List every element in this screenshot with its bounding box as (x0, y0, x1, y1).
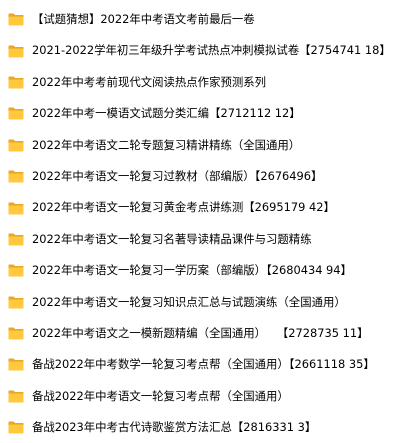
folder-icon (8, 233, 24, 246)
folder-icon (8, 45, 24, 58)
folder-item[interactable]: 备战2022年中考语文一轮复习考点帮（全国通用） (0, 381, 401, 412)
folder-name: 2022年中考一模语文试题分类汇编【2712112 12】 (32, 106, 301, 121)
folder-item[interactable]: 备战2023年中考古代诗歌鉴赏方法汇总【2816331 3】 (0, 412, 401, 443)
folder-icon (8, 264, 24, 277)
folder-name: 2022年中考考前现代文阅读热点作家预测系列 (32, 74, 267, 89)
folder-item[interactable]: 2022年中考语文一轮复习黄金考点讲练测【2695179 42】 (0, 192, 401, 223)
folder-item[interactable]: 2022年中考语文一轮复习一学历案（部编版）【2680434 94】 (0, 255, 401, 286)
folder-item[interactable]: 2022年中考语文一轮复习知识点汇总与试题演练（全国通用） (0, 287, 401, 318)
folder-name: 2022年中考语文之一模新题精编（全国通用） 【2728735 11】 (32, 325, 369, 340)
folder-icon (8, 296, 24, 309)
folder-icon (8, 76, 24, 89)
folder-icon (8, 390, 24, 403)
folder-icon (8, 107, 24, 120)
folder-name: 2022年中考语文一轮复习过教材（部编版）【2676496】 (32, 168, 323, 183)
folder-item[interactable]: 2022年中考语文二轮专题复习精讲精练（全国通用） (0, 130, 401, 161)
folder-item[interactable]: 2022年中考语文一轮复习名著导读精品课件与习题精练 (0, 224, 401, 255)
folder-icon (8, 421, 24, 434)
folder-list: 【试题猜想】2022年中考语文考前最后一卷 2021-2022学年初三年级升学考试… (0, 0, 401, 443)
folder-name: 2022年中考语文一轮复习知识点汇总与试题演练（全国通用） (32, 294, 346, 309)
folder-name: 2021-2022学年初三年级升学考试热点冲刺模拟试卷【2754741 18】 (32, 43, 391, 58)
folder-icon (8, 202, 24, 215)
folder-item[interactable]: 2022年中考考前现代文阅读热点作家预测系列 (0, 67, 401, 98)
folder-name: 备战2022年中考语文一轮复习考点帮（全国通用） (32, 388, 289, 403)
folder-name: 备战2022年中考数学一轮复习考点帮（全国通用）【2661118 35】 (32, 357, 375, 372)
folder-item[interactable]: 备战2022年中考数学一轮复习考点帮（全国通用）【2661118 35】 (0, 349, 401, 380)
folder-icon (8, 139, 24, 152)
folder-item[interactable]: 2021-2022学年初三年级升学考试热点冲刺模拟试卷【2754741 18】 (0, 35, 401, 66)
folder-item[interactable]: 2022年中考语文一轮复习过教材（部编版）【2676496】 (0, 161, 401, 192)
folder-name: 2022年中考语文一轮复习一学历案（部编版）【2680434 94】 (32, 263, 352, 278)
folder-item[interactable]: 2022年中考语文之一模新题精编（全国通用） 【2728735 11】 (0, 318, 401, 349)
folder-name: 2022年中考语文一轮复习黄金考点讲练测【2695179 42】 (32, 200, 335, 215)
folder-icon (8, 327, 24, 340)
folder-name: 2022年中考语文二轮专题复习精讲精练（全国通用） (32, 137, 301, 152)
folder-icon (8, 170, 24, 183)
folder-icon (8, 358, 24, 371)
folder-icon (8, 13, 24, 26)
folder-name: 备战2023年中考古代诗歌鉴赏方法汇总【2816331 3】 (32, 420, 317, 435)
folder-item[interactable]: 2022年中考一模语文试题分类汇编【2712112 12】 (0, 98, 401, 129)
folder-name: 【试题猜想】2022年中考语文考前最后一卷 (32, 11, 255, 26)
folder-item[interactable]: 【试题猜想】2022年中考语文考前最后一卷 (0, 4, 401, 35)
folder-name: 2022年中考语文一轮复习名著导读精品课件与习题精练 (32, 231, 312, 246)
